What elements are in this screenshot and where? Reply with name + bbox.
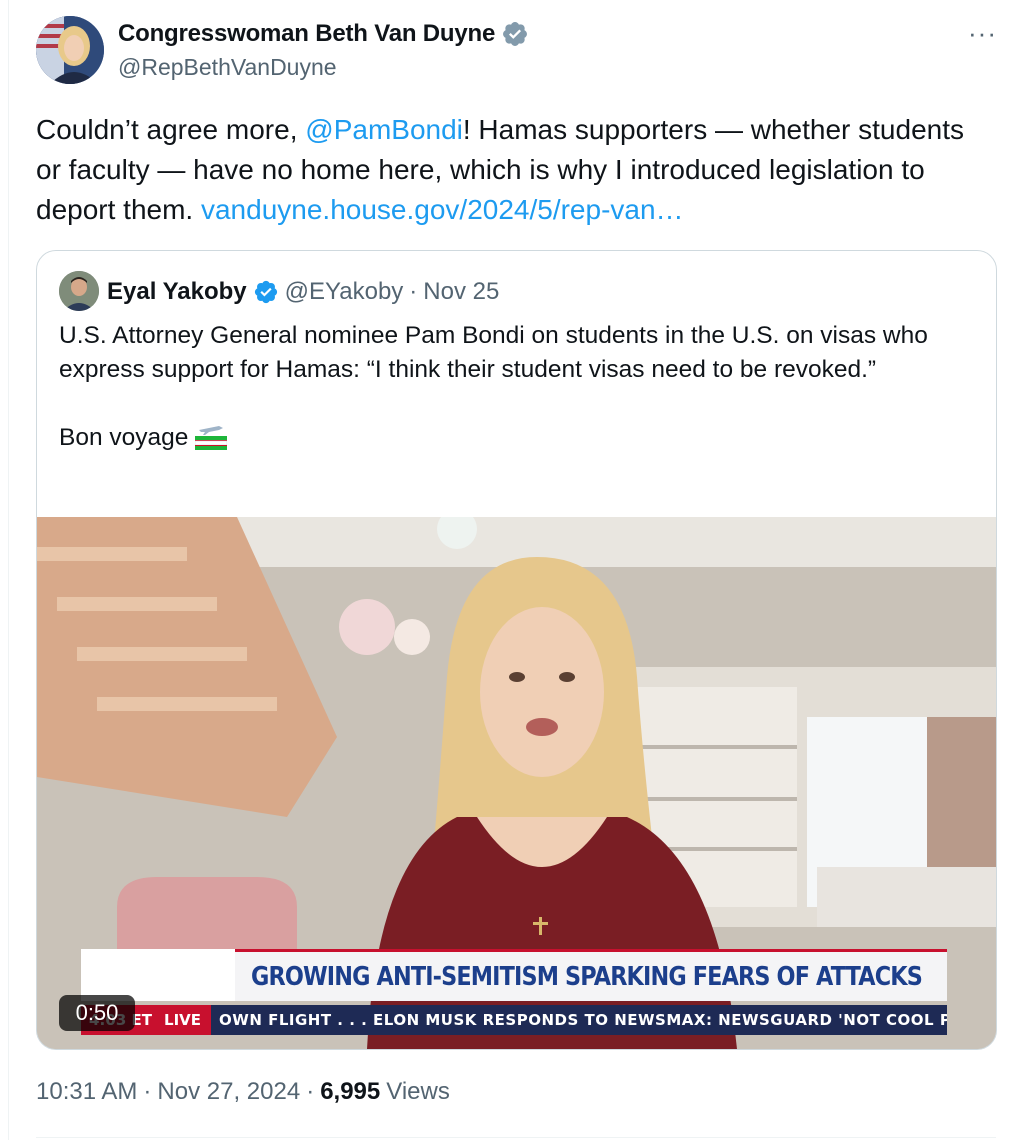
tweet-time[interactable]: 10:31 AM bbox=[36, 1078, 137, 1106]
video-duration-badge: 0:50 bbox=[59, 995, 135, 1031]
chyron-logo-area bbox=[81, 949, 235, 1001]
divider bbox=[36, 1137, 996, 1138]
avatar[interactable] bbox=[36, 16, 104, 84]
video-player[interactable]: GROWING ANTI-SEMITISM SPARKING FEARS OF … bbox=[37, 517, 996, 1049]
external-link[interactable]: vanduyne.house.gov/2024/5/rep-van… bbox=[201, 194, 684, 225]
quoted-date[interactable]: Nov 25 bbox=[423, 278, 499, 306]
quoted-avatar[interactable] bbox=[59, 271, 99, 311]
quoted-text-line-1: U.S. Attorney General nominee Pam Bondi … bbox=[59, 322, 928, 383]
views-count: 6,995 bbox=[320, 1078, 381, 1105]
timeline-border bbox=[8, 0, 9, 1140]
quoted-text: U.S. Attorney General nominee Pam Bondi … bbox=[59, 319, 959, 455]
separator-dot: · bbox=[306, 1078, 315, 1105]
quoted-handle[interactable]: @EYakoby bbox=[285, 278, 404, 306]
quoted-tweet-card[interactable]: Eyal Yakoby @EYakoby · Nov 25 U.S. Attor… bbox=[36, 250, 997, 1050]
author-handle[interactable]: @RepBethVanDuyne bbox=[118, 54, 337, 81]
author-name-row: Congresswoman Beth Van Duyne bbox=[118, 18, 529, 50]
more-options-icon[interactable]: ··· bbox=[968, 18, 997, 49]
display-name[interactable]: Congresswoman Beth Van Duyne bbox=[118, 20, 495, 48]
quoted-text-line-2: Bon voyage bbox=[59, 424, 189, 451]
tweet-meta: 10:31 AM · Nov 27, 2024 · 6,995 Views bbox=[36, 1078, 450, 1106]
quoted-display-name[interactable]: Eyal Yakoby bbox=[107, 278, 247, 306]
ticker-live: LIVE bbox=[160, 1005, 212, 1035]
tweet-date[interactable]: Nov 27, 2024 bbox=[157, 1078, 300, 1106]
airplane-flag-emoji bbox=[194, 422, 228, 450]
news-ticker: 4:03 ET LIVE OWN FLIGHT . . . ELON MUSK … bbox=[81, 1005, 947, 1035]
ticker-text: OWN FLIGHT . . . ELON MUSK RESPONDS TO N… bbox=[219, 1011, 947, 1029]
separator-dot: · bbox=[143, 1078, 152, 1105]
news-chyron: GROWING ANTI-SEMITISM SPARKING FEARS OF … bbox=[235, 949, 947, 1001]
verified-badge-icon bbox=[253, 279, 279, 305]
separator-dot: · bbox=[409, 278, 418, 305]
tweet-text-part-1: Couldn’t agree more, bbox=[36, 114, 306, 145]
chyron-text: GROWING ANTI-SEMITISM SPARKING FEARS OF … bbox=[251, 961, 923, 992]
verified-badge-icon bbox=[501, 20, 529, 48]
views-label: Views bbox=[386, 1078, 450, 1105]
tweet-text: Couldn’t agree more, @PamBondi! Hamas su… bbox=[36, 110, 996, 230]
mention-link[interactable]: @PamBondi bbox=[305, 114, 463, 145]
quoted-header: Eyal Yakoby @EYakoby · Nov 25 bbox=[107, 275, 499, 309]
